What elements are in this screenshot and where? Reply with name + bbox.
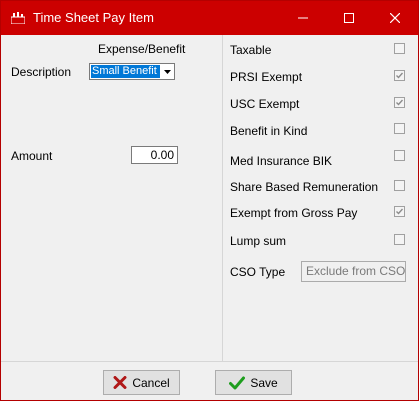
form-body <box>1 35 418 361</box>
taxable-checkbox[interactable] <box>394 43 405 54</box>
option-label-exempt-from-gross-pay: Exempt from Gross Pay <box>230 206 358 220</box>
save-button[interactable]: Save <box>215 370 292 395</box>
option-label-med-insurance-bik: Med Insurance BIK <box>230 154 333 168</box>
chevron-down-icon <box>160 64 174 79</box>
title-bar: Time Sheet Pay Item <box>1 1 418 35</box>
checkmark-icon <box>229 376 246 389</box>
minimize-button[interactable] <box>280 1 326 35</box>
exempt-from-gross-pay-checkbox[interactable] <box>394 206 405 217</box>
cso-type-label: CSO Type <box>230 265 286 279</box>
option-label-prsi-exempt: PRSI Exempt <box>230 70 303 84</box>
app-icon <box>11 12 25 24</box>
amount-label: Amount <box>11 149 53 163</box>
type-header: Expense/Benefit <box>98 42 186 56</box>
close-icon <box>390 13 400 23</box>
option-label-share-based-remuneration: Share Based Remuneration <box>230 180 379 194</box>
med-insurance-bik-checkbox[interactable] <box>394 150 405 161</box>
amount-field[interactable]: 0.00 <box>131 146 178 164</box>
minimize-icon <box>298 17 308 19</box>
window-title: Time Sheet Pay Item <box>33 10 154 25</box>
save-button-label: Save <box>250 375 278 390</box>
option-label-lump-sum: Lump sum <box>230 234 287 248</box>
footer <box>1 362 418 400</box>
close-button[interactable] <box>372 1 418 35</box>
cancel-icon <box>113 376 127 389</box>
checkmark-icon <box>396 208 404 215</box>
maximize-icon <box>344 13 354 23</box>
option-label-benefit-in-kind: Benefit in Kind <box>230 124 308 138</box>
option-label-taxable: Taxable <box>230 43 272 57</box>
description-label: Description <box>11 65 72 79</box>
maximize-button[interactable] <box>326 1 372 35</box>
checkmark-icon <box>396 99 404 106</box>
cancel-button-label: Cancel <box>132 375 170 390</box>
lump-sum-checkbox[interactable] <box>394 234 405 245</box>
checkmark-icon <box>396 72 404 79</box>
description-dropdown[interactable]: Small Benefit E <box>89 63 175 80</box>
share-based-remuneration-checkbox[interactable] <box>394 180 405 191</box>
benefit-in-kind-checkbox[interactable] <box>394 123 405 134</box>
option-label-usc-exempt: USC Exempt <box>230 97 300 111</box>
column-divider <box>222 35 223 361</box>
description-selected-value: Small Benefit E <box>91 65 160 78</box>
cancel-button[interactable]: Cancel <box>103 370 180 395</box>
usc-exempt-checkbox[interactable] <box>394 97 405 108</box>
cso-type-field[interactable]: Exclude from CSO <box>301 261 406 282</box>
time-sheet-pay-item-window: Time Sheet Pay Item Expense/Benefit Desc… <box>0 0 419 401</box>
prsi-exempt-checkbox[interactable] <box>394 70 405 81</box>
